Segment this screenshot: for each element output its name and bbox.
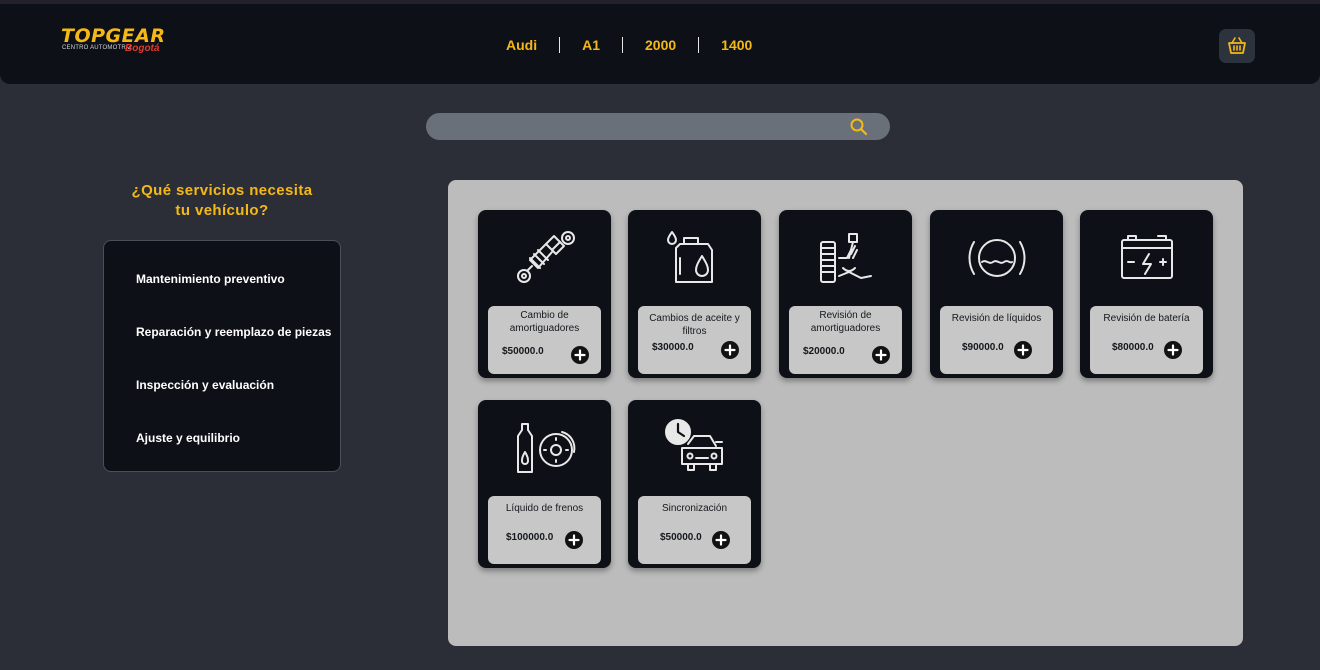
service-info: Cambios de aceite y filtros $30000.0	[638, 306, 751, 374]
vehicle-selection: Audi A1 2000 1400	[490, 36, 774, 54]
car-timing-icon	[665, 419, 723, 471]
oil-can-icon	[667, 231, 713, 283]
service-card[interactable]: Revisión de batería $80000.0	[1080, 210, 1213, 378]
plus-icon	[724, 344, 736, 356]
plus-icon	[574, 349, 586, 361]
vehicle-year: 2000	[622, 37, 698, 53]
cart-button[interactable]	[1219, 29, 1255, 63]
search-bar	[426, 113, 890, 140]
service-info: Revisión de líquidos $90000.0	[940, 306, 1053, 374]
service-name: Líquido de frenos	[505, 503, 584, 514]
category-preventive-maintenance[interactable]: Mantenimiento preventivo	[136, 272, 285, 286]
service-name: Revisión de amortiguadores	[810, 310, 881, 334]
add-to-cart-button[interactable]	[721, 341, 739, 359]
service-card[interactable]: Revisión de líquidos $90000.0	[930, 210, 1063, 378]
plus-icon	[1167, 344, 1179, 356]
service-info: Revisión de batería $80000.0	[1090, 306, 1203, 374]
fluid-level-icon	[968, 239, 1026, 277]
service-name: Revisión de líquidos	[951, 313, 1042, 324]
add-to-cart-button[interactable]	[872, 346, 890, 364]
plus-icon	[1017, 344, 1029, 356]
category-repair-parts[interactable]: Reparación y reemplazo de piezas	[136, 325, 331, 339]
service-card[interactable]: Cambios de aceite y filtros $30000.0	[628, 210, 761, 378]
topgear-logo[interactable]: TOPGEAR CENTRO AUTOMOTRIZ Bogotá	[61, 26, 171, 60]
vehicle-brand: Audi	[506, 37, 538, 53]
battery-icon	[1121, 235, 1173, 279]
logo-city: Bogotá	[125, 43, 160, 54]
plus-icon	[568, 534, 580, 546]
add-to-cart-button[interactable]	[712, 531, 730, 549]
add-to-cart-button[interactable]	[571, 346, 589, 364]
add-to-cart-button[interactable]	[565, 531, 583, 549]
service-price: $80000.0	[1112, 342, 1154, 353]
service-info: Revisión de amortiguadores $20000.0	[789, 306, 902, 374]
service-info: Sincronización $50000.0	[638, 496, 751, 564]
plus-icon	[715, 534, 727, 546]
service-price: $50000.0	[660, 532, 702, 543]
add-to-cart-button[interactable]	[1014, 341, 1032, 359]
category-adjustment[interactable]: Ajuste y equilibrio	[136, 431, 240, 445]
shopping-basket-icon	[1228, 37, 1246, 54]
question-line-2: tu vehículo?	[175, 202, 269, 219]
service-info: Cambio de amortiguadores $50000.0	[488, 306, 601, 374]
search-icon[interactable]	[849, 117, 869, 137]
vehicle-model: A1	[559, 37, 622, 53]
brake-fluid-icon	[517, 423, 576, 473]
service-name: Revisión de batería	[1103, 313, 1190, 324]
service-card[interactable]: Líquido de frenos $100000.0	[478, 400, 611, 568]
category-inspection[interactable]: Inspección y evaluación	[136, 378, 274, 392]
service-name: Sincronización	[661, 503, 728, 514]
shock-absorber-icon	[517, 231, 575, 283]
service-name: Cambio de amortiguadores	[509, 310, 580, 334]
service-info: Líquido de frenos $100000.0	[488, 496, 601, 564]
service-card[interactable]: Cambio de amortiguadores $50000.0	[478, 210, 611, 378]
category-menu: Mantenimiento preventivo Reparación y re…	[103, 240, 341, 472]
services-question: ¿Qué servicios necesita tu vehículo?	[103, 181, 341, 221]
vehicle-engine: 1400	[698, 37, 774, 53]
search-input[interactable]	[440, 117, 840, 136]
service-name: Cambios de aceite y filtros	[649, 313, 740, 337]
plus-icon	[875, 349, 887, 361]
service-card[interactable]: Revisión de amortiguadores $20000.0	[779, 210, 912, 378]
service-price: $30000.0	[652, 342, 694, 353]
logo-subtitle: CENTRO AUTOMOTRIZ	[62, 45, 132, 51]
service-price: $20000.0	[803, 346, 845, 357]
service-card[interactable]: Sincronización $50000.0	[628, 400, 761, 568]
service-price: $100000.0	[506, 532, 554, 543]
service-price: $90000.0	[962, 342, 1004, 353]
question-line-1: ¿Qué servicios necesita	[131, 182, 313, 199]
add-to-cart-button[interactable]	[1164, 341, 1182, 359]
suspension-icon	[820, 233, 872, 283]
header: TOPGEAR CENTRO AUTOMOTRIZ Bogotá Audi A1…	[0, 4, 1320, 84]
service-price: $50000.0	[502, 346, 544, 357]
services-panel: Cambio de amortiguadores $50000.0 Cambio…	[448, 180, 1243, 646]
